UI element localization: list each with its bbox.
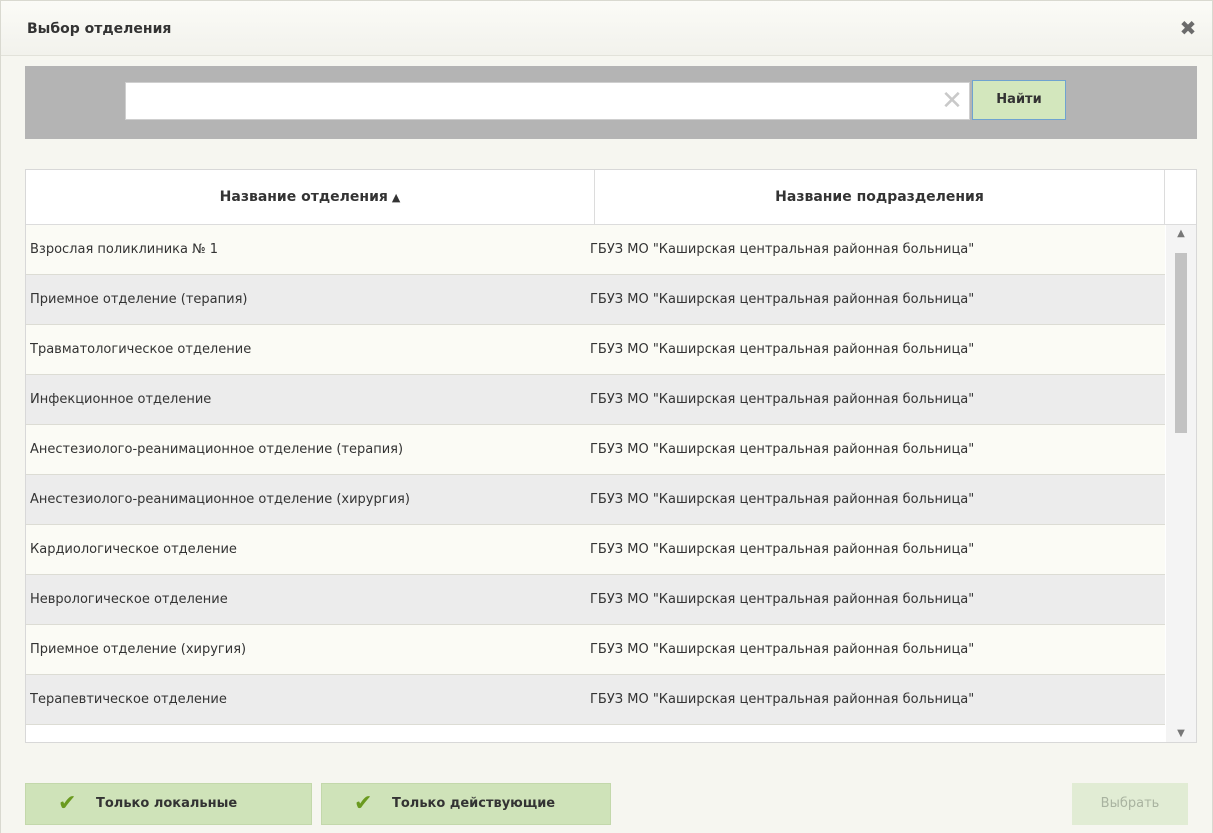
dialog-footer: ✔ Только локальные ✔ Только действующие … <box>1 763 1212 833</box>
department-name-cell: Терапевтическое отделение <box>30 692 227 707</box>
search-input[interactable] <box>126 83 926 119</box>
departments-table: Название отделения ▲ Название подразделен… <box>25 169 1197 743</box>
department-name-cell: Травматологическое отделение <box>30 342 252 357</box>
close-icon[interactable]: ✖ <box>1177 17 1199 39</box>
subdivision-name-cell: ГБУЗ МО "Каширская центральная районная … <box>590 692 975 707</box>
subdivision-name-cell: ГБУЗ МО "Каширская центральная районная … <box>590 542 975 557</box>
column-header-label: Название подразделения <box>775 189 984 205</box>
check-icon: ✔ <box>58 791 77 816</box>
subdivision-name-cell: ГБУЗ МО "Каширская центральная районная … <box>590 342 975 357</box>
subdivision-name-cell: ГБУЗ МО "Каширская центральная районная … <box>590 642 975 657</box>
table-row[interactable]: Кардиологическое отделение ГБУЗ МО "Каши… <box>26 525 1165 575</box>
table-row[interactable]: Анестезиолого-реанимационное отделение (… <box>26 425 1165 475</box>
department-name-cell: Кардиологическое отделение <box>30 542 237 557</box>
table-row[interactable]: Неврологическое отделение ГБУЗ МО "Кашир… <box>26 575 1165 625</box>
table-row[interactable]: Приемное отделение (хиругия) ГБУЗ МО "Ка… <box>26 625 1165 675</box>
table-scrollbar[interactable]: ▲ ▼ <box>1166 225 1196 742</box>
department-name-cell: Приемное отделение (хиругия) <box>30 642 247 657</box>
scroll-down-arrow-icon[interactable]: ▼ <box>1166 725 1196 742</box>
table-row[interactable]: Терапевтическое отделение ГБУЗ МО "Кашир… <box>26 675 1165 725</box>
department-name-cell: Приемное отделение (терапия) <box>30 292 248 307</box>
table-row[interactable]: Взрослая поликлиника № 1 ГБУЗ МО "Каширс… <box>26 225 1165 275</box>
column-header-label: Название отделения <box>219 189 388 205</box>
sort-asc-icon: ▲ <box>391 191 401 204</box>
only-local-button[interactable]: ✔ Только локальные <box>25 783 312 825</box>
department-name-cell: Анестезиолого-реанимационное отделение (… <box>30 492 410 507</box>
subdivision-name-cell: ГБУЗ МО "Каширская центральная районная … <box>590 442 975 457</box>
find-button[interactable]: Найти <box>972 80 1066 120</box>
scrollbar-thumb[interactable] <box>1175 253 1187 433</box>
subdivision-name-cell: ГБУЗ МО "Каширская центральная районная … <box>590 492 975 507</box>
column-header-department-name[interactable]: Название отделения ▲ <box>26 170 595 224</box>
only-active-button[interactable]: ✔ Только действующие <box>321 783 611 825</box>
subdivision-name-cell: ГБУЗ МО "Каширская центральная районная … <box>590 592 975 607</box>
table-row[interactable]: Приемное отделение (терапия) ГБУЗ МО "Ка… <box>26 275 1165 325</box>
search-bar: ✕ Найти <box>25 66 1197 139</box>
check-icon: ✔ <box>354 791 373 816</box>
dialog-title: Выбор отделения <box>27 21 172 37</box>
department-name-cell: Анестезиолого-реанимационное отделение (… <box>30 442 404 457</box>
department-name-cell: Инфекционное отделение <box>30 392 212 407</box>
department-name-cell: Взрослая поликлиника № 1 <box>30 242 219 257</box>
column-header-subdivision-name[interactable]: Название подразделения <box>595 170 1165 224</box>
department-select-dialog: Выбор отделения ✖ ✕ Найти Название отдел… <box>0 0 1213 833</box>
table-row[interactable]: Травматологическое отделение ГБУЗ МО "Ка… <box>26 325 1165 375</box>
choose-button[interactable]: Выбрать <box>1072 783 1188 825</box>
department-name-cell: Неврологическое отделение <box>30 592 228 607</box>
subdivision-name-cell: ГБУЗ МО "Каширская центральная районная … <box>590 242 975 257</box>
only-local-label: Только локальные <box>96 796 238 811</box>
dialog-titlebar: Выбор отделения ✖ <box>1 1 1212 56</box>
table-header: Название отделения ▲ Название подразделен… <box>26 170 1196 225</box>
table-row[interactable]: Инфекционное отделение ГБУЗ МО "Каширска… <box>26 375 1165 425</box>
subdivision-name-cell: ГБУЗ МО "Каширская центральная районная … <box>590 292 975 307</box>
search-field-wrapper: ✕ <box>125 82 970 120</box>
only-active-label: Только действующие <box>392 796 556 811</box>
scroll-up-arrow-icon[interactable]: ▲ <box>1166 225 1196 243</box>
subdivision-name-cell: ГБУЗ МО "Каширская центральная районная … <box>590 392 975 407</box>
clear-icon[interactable]: ✕ <box>940 87 964 115</box>
table-body: Взрослая поликлиника № 1 ГБУЗ МО "Каширс… <box>26 225 1165 725</box>
table-row[interactable]: Анестезиолого-реанимационное отделение (… <box>26 475 1165 525</box>
